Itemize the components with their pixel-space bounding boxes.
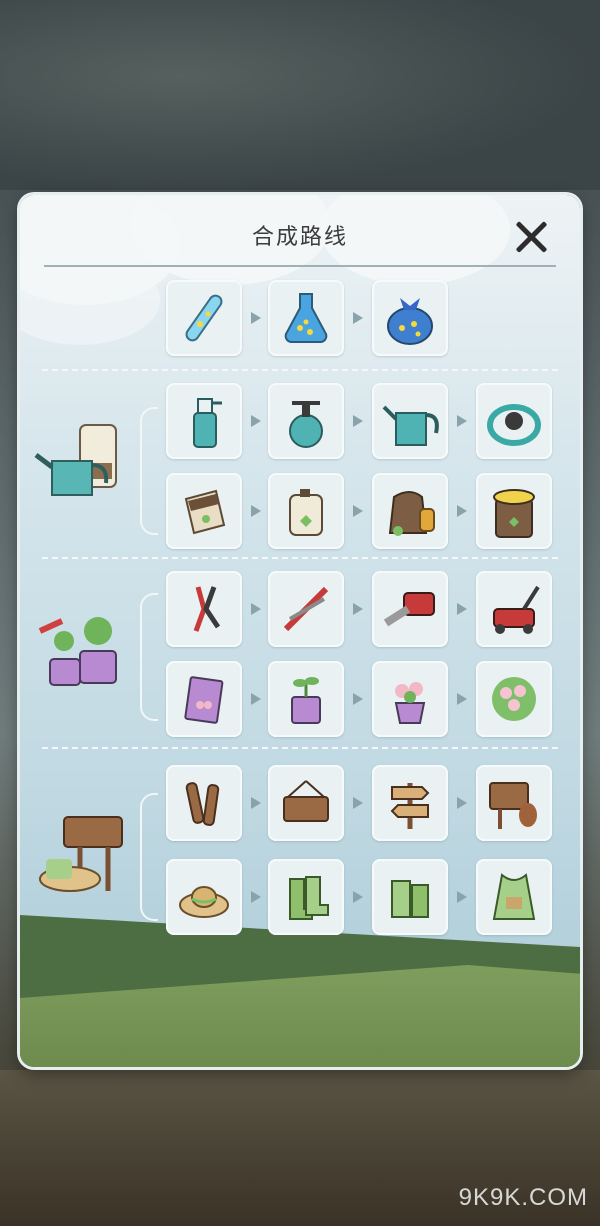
watermark: 9K9K.COM (458, 1184, 588, 1211)
lawn-mower-icon[interactable] (476, 571, 552, 647)
arrow-icon (457, 693, 467, 705)
arrow-icon (251, 603, 261, 615)
seed-packet-icon[interactable] (166, 473, 242, 549)
section-divider (42, 369, 558, 371)
flower-seed-packet-icon[interactable] (166, 661, 242, 737)
garden-hose-reel-icon[interactable] (476, 383, 552, 459)
section-divider (42, 747, 558, 749)
sprout-pot-icon[interactable] (268, 661, 344, 737)
hedge-shears-icon[interactable] (268, 571, 344, 647)
straw-hat-icon[interactable] (166, 859, 242, 935)
arrow-icon (353, 415, 363, 427)
arrow-icon (457, 505, 467, 517)
arrow-icon (251, 505, 261, 517)
garden-gloves-icon[interactable] (372, 859, 448, 935)
arrow-icon (251, 312, 261, 324)
arrow-icon (251, 415, 261, 427)
arrow-icon (353, 505, 363, 517)
arrow-icon (251, 891, 261, 903)
stake-labels-icon[interactable] (166, 765, 242, 841)
arrow-icon (457, 797, 467, 809)
group-brace (140, 593, 158, 721)
arrow-icon (353, 603, 363, 615)
pump-sprayer-icon[interactable] (268, 383, 344, 459)
synthesis-route-dialog: 合成路线 (20, 195, 580, 1067)
group-brace (140, 407, 158, 535)
pruning-shears-icon[interactable] (166, 571, 242, 647)
fertilizer-jug-icon[interactable] (268, 473, 344, 549)
spray-bottle-icon[interactable] (166, 383, 242, 459)
dialog-title: 合成路线 (251, 225, 348, 250)
watering-can-icon[interactable] (372, 383, 448, 459)
section-divider (42, 557, 558, 559)
arrow-icon (353, 312, 363, 324)
background-top (0, 0, 600, 190)
squirrel-sign-icon[interactable] (476, 765, 552, 841)
arrow-icon (457, 415, 467, 427)
bottle-stars-ribbon-icon[interactable] (372, 280, 448, 356)
test-tube-stars-icon[interactable] (166, 280, 242, 356)
compost-bin-icon[interactable] (476, 473, 552, 549)
watering-can-fertilizer-icon (34, 417, 130, 513)
arrow-icon (353, 891, 363, 903)
hanging-sign-icon[interactable] (268, 765, 344, 841)
flower-bush-icon[interactable] (476, 661, 552, 737)
garden-apron-icon[interactable] (476, 859, 552, 935)
soil-sack-icon[interactable] (372, 473, 448, 549)
close-icon[interactable] (512, 217, 550, 255)
flask-stars-icon[interactable] (268, 280, 344, 356)
arrow-icon (457, 891, 467, 903)
flower-pot-icon[interactable] (372, 661, 448, 737)
arrow-icon (251, 797, 261, 809)
garden-boots-icon[interactable] (268, 859, 344, 935)
arrow-icon (353, 693, 363, 705)
sign-hat-gloves-icon (36, 805, 132, 901)
title-bar: 合成路线 (44, 211, 556, 267)
arrow-icon (353, 797, 363, 809)
group-brace (140, 793, 158, 921)
pruner-potted-plant-icon (36, 601, 132, 697)
arrow-icon (251, 693, 261, 705)
direction-sign-icon[interactable] (372, 765, 448, 841)
chainsaw-icon[interactable] (372, 571, 448, 647)
title-divider (44, 265, 556, 267)
arrow-icon (457, 603, 467, 615)
